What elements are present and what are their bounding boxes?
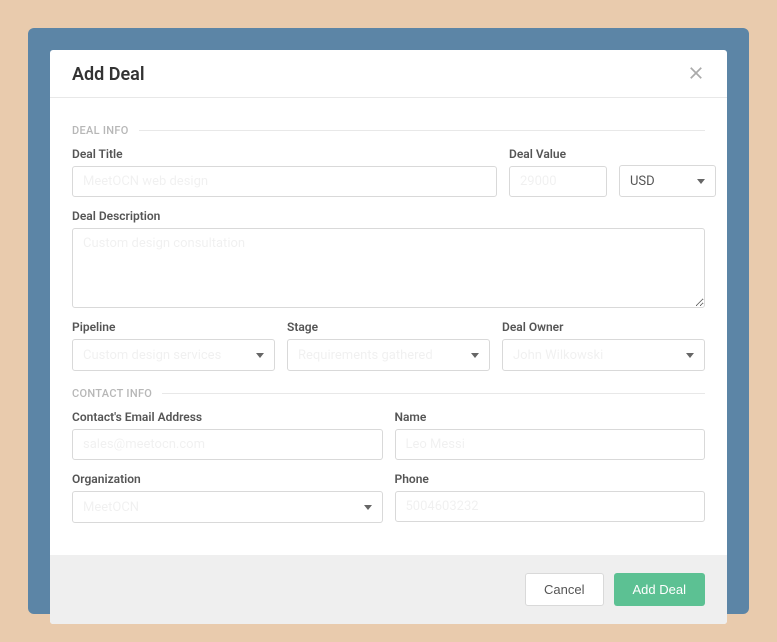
chevron-down-icon [471, 353, 479, 358]
organization-value: MeetOCN [83, 500, 139, 515]
label-deal-value: Deal Value [509, 147, 607, 161]
section-label: DEAL INFO [72, 124, 139, 137]
currency-select[interactable]: USD [619, 165, 716, 197]
modal-title: Add Deal [72, 64, 145, 85]
contact-email-input[interactable] [72, 429, 383, 460]
deal-owner-value: John Wilkowski [513, 348, 603, 363]
add-deal-modal: Add Deal DEAL INFO Deal Title [50, 50, 727, 624]
label-contact-email: Contact's Email Address [72, 410, 383, 424]
close-icon [687, 64, 705, 82]
modal-backdrop: Add Deal DEAL INFO Deal Title [28, 28, 749, 614]
stage-select[interactable]: Requirements gathered [287, 339, 490, 371]
deal-owner-select[interactable]: John Wilkowski [502, 339, 705, 371]
chevron-down-icon [256, 353, 264, 358]
label-pipeline: Pipeline [72, 320, 275, 334]
add-deal-button[interactable]: Add Deal [614, 573, 705, 606]
chevron-down-icon [364, 505, 372, 510]
pipeline-select[interactable]: Custom design services [72, 339, 275, 371]
divider [162, 393, 705, 394]
section-header-deal-info: DEAL INFO [72, 124, 705, 137]
currency-value: USD [630, 174, 655, 189]
label-deal-title: Deal Title [72, 147, 497, 161]
section-header-contact-info: CONTACT INFO [72, 387, 705, 400]
phone-input[interactable] [395, 491, 706, 522]
pipeline-value: Custom design services [83, 348, 221, 363]
stage-value: Requirements gathered [298, 348, 433, 363]
section-label: CONTACT INFO [72, 387, 162, 400]
close-button[interactable] [687, 64, 705, 85]
name-input[interactable] [395, 429, 706, 460]
label-stage: Stage [287, 320, 490, 334]
chevron-down-icon [686, 353, 694, 358]
label-deal-description: Deal Description [72, 209, 705, 223]
deal-description-textarea[interactable] [72, 228, 705, 308]
divider [139, 130, 705, 131]
modal-footer: Cancel Add Deal [50, 555, 727, 624]
chevron-down-icon [697, 179, 705, 184]
modal-header: Add Deal [50, 50, 727, 98]
label-name: Name [395, 410, 706, 424]
deal-title-input[interactable] [72, 166, 497, 197]
organization-select[interactable]: MeetOCN [72, 491, 383, 523]
label-deal-owner: Deal Owner [502, 320, 705, 334]
modal-body: DEAL INFO Deal Title Deal Value USD [50, 98, 727, 555]
label-organization: Organization [72, 472, 383, 486]
deal-value-input[interactable] [509, 166, 607, 197]
cancel-button[interactable]: Cancel [525, 573, 603, 606]
label-phone: Phone [395, 472, 706, 486]
